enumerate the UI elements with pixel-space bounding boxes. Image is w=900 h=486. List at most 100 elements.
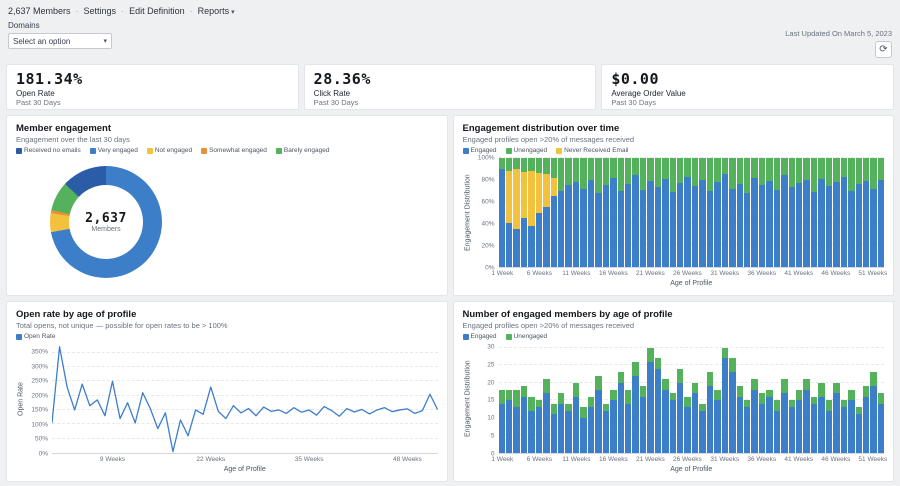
bar[interactable] — [610, 158, 616, 267]
bar[interactable] — [744, 344, 750, 453]
bar[interactable] — [848, 158, 854, 267]
bar[interactable] — [789, 158, 795, 267]
bar[interactable] — [692, 158, 698, 267]
bar[interactable] — [811, 158, 817, 267]
legend-item[interactable]: Engaged — [463, 333, 497, 340]
settings-link[interactable]: Settings — [84, 6, 117, 16]
bar[interactable] — [618, 344, 624, 453]
bar[interactable] — [774, 344, 780, 453]
bar[interactable] — [722, 158, 728, 267]
bar[interactable] — [699, 344, 705, 453]
bar[interactable] — [707, 344, 713, 453]
bar[interactable] — [499, 158, 505, 267]
open-rate-plot[interactable] — [52, 344, 438, 454]
bar[interactable] — [580, 158, 586, 267]
bar[interactable] — [595, 344, 601, 453]
bar[interactable] — [588, 158, 594, 267]
bar[interactable] — [722, 344, 728, 453]
bar[interactable] — [818, 344, 824, 453]
bar[interactable] — [811, 344, 817, 453]
bar[interactable] — [781, 158, 787, 267]
engagement-distribution-plot[interactable] — [499, 158, 885, 268]
bar[interactable] — [796, 158, 802, 267]
bar[interactable] — [826, 158, 832, 267]
edit-definition-link[interactable]: Edit Definition — [129, 6, 185, 16]
bar[interactable] — [647, 158, 653, 267]
bar[interactable] — [751, 344, 757, 453]
bar[interactable] — [670, 158, 676, 267]
bar[interactable] — [573, 158, 579, 267]
legend-item[interactable]: Never Received Email — [556, 147, 628, 154]
bar[interactable] — [684, 344, 690, 453]
bar[interactable] — [580, 344, 586, 453]
bar[interactable] — [536, 344, 542, 453]
legend-item[interactable]: Unengaged — [506, 147, 548, 154]
bar[interactable] — [670, 344, 676, 453]
bar[interactable] — [863, 344, 869, 453]
bar[interactable] — [536, 158, 542, 267]
bar[interactable] — [551, 158, 557, 267]
bar[interactable] — [499, 344, 505, 453]
bar[interactable] — [870, 158, 876, 267]
bar[interactable] — [677, 158, 683, 267]
bar[interactable] — [699, 158, 705, 267]
bar[interactable] — [729, 344, 735, 453]
bar[interactable] — [521, 344, 527, 453]
bar[interactable] — [744, 158, 750, 267]
bar[interactable] — [625, 344, 631, 453]
bar[interactable] — [863, 158, 869, 267]
legend-item[interactable]: Unengaged — [506, 333, 548, 340]
bar[interactable] — [506, 344, 512, 453]
bar[interactable] — [796, 344, 802, 453]
legend-item[interactable]: Not engaged — [147, 147, 192, 154]
bar[interactable] — [618, 158, 624, 267]
bar[interactable] — [781, 344, 787, 453]
bar[interactable] — [878, 344, 884, 453]
bar[interactable] — [833, 344, 839, 453]
bar[interactable] — [558, 344, 564, 453]
member-engagement-donut[interactable]: 2,637 Members — [50, 166, 162, 278]
legend-item[interactable]: Received no emails — [16, 147, 81, 154]
refresh-button[interactable]: ⟳ — [875, 41, 892, 58]
bar[interactable] — [632, 344, 638, 453]
bar[interactable] — [632, 158, 638, 267]
bar[interactable] — [565, 158, 571, 267]
bar[interactable] — [610, 344, 616, 453]
bar[interactable] — [692, 344, 698, 453]
legend-item[interactable]: Very engaged — [90, 147, 138, 154]
bar[interactable] — [543, 158, 549, 267]
bar[interactable] — [655, 344, 661, 453]
bar[interactable] — [826, 344, 832, 453]
bar[interactable] — [506, 158, 512, 267]
bar[interactable] — [833, 158, 839, 267]
bar[interactable] — [789, 344, 795, 453]
bar[interactable] — [841, 344, 847, 453]
bar[interactable] — [528, 344, 534, 453]
bar[interactable] — [573, 344, 579, 453]
bar[interactable] — [565, 344, 571, 453]
bar[interactable] — [878, 158, 884, 267]
bar[interactable] — [513, 344, 519, 453]
domains-select[interactable]: Select an option ▾ — [8, 33, 112, 49]
bar[interactable] — [588, 344, 594, 453]
bar[interactable] — [729, 158, 735, 267]
bar[interactable] — [856, 158, 862, 267]
bar[interactable] — [595, 158, 601, 267]
bar[interactable] — [640, 344, 646, 453]
bar[interactable] — [766, 344, 772, 453]
bar[interactable] — [677, 344, 683, 453]
bar[interactable] — [662, 344, 668, 453]
bar[interactable] — [751, 158, 757, 267]
bar[interactable] — [759, 344, 765, 453]
legend-item[interactable]: Barely engaged — [276, 147, 330, 154]
bar[interactable] — [714, 344, 720, 453]
reports-dropdown[interactable]: Reports▾ — [198, 6, 235, 16]
bar[interactable] — [521, 158, 527, 267]
bar[interactable] — [603, 158, 609, 267]
bar[interactable] — [647, 344, 653, 453]
bar[interactable] — [818, 158, 824, 267]
bar[interactable] — [684, 158, 690, 267]
bar[interactable] — [774, 158, 780, 267]
bar[interactable] — [803, 344, 809, 453]
bar[interactable] — [737, 158, 743, 267]
